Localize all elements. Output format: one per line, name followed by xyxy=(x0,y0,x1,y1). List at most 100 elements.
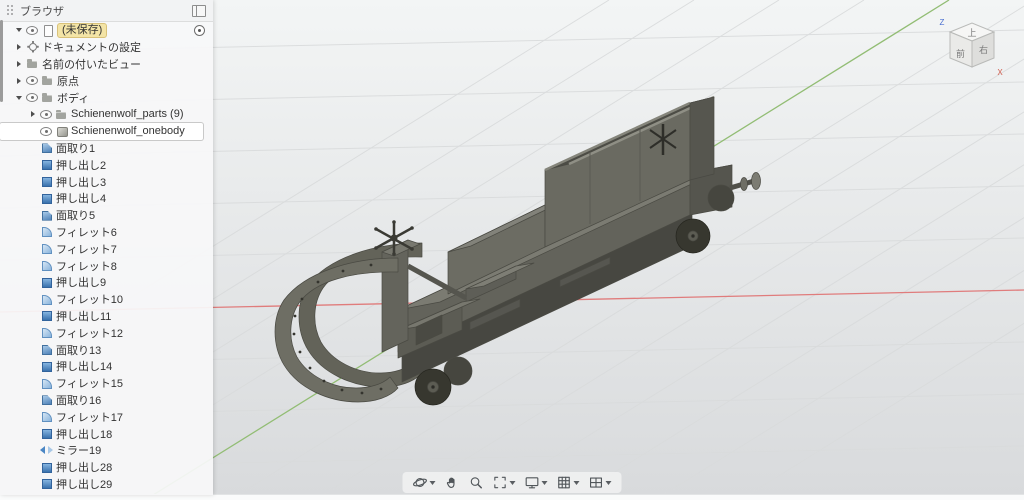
tree-row[interactable]: フィレット8 xyxy=(0,257,213,274)
dropdown-caret xyxy=(509,480,516,485)
tree-row[interactable]: Schienenwolf_onebody xyxy=(0,122,203,140)
item-label: 名前の付いたビュー xyxy=(42,58,141,71)
tree-row[interactable]: 面取り1 xyxy=(0,140,213,157)
fillet-icon xyxy=(40,410,53,423)
disclosure-arrow[interactable] xyxy=(28,224,37,240)
tree-row[interactable]: フィレット15 xyxy=(0,375,213,392)
item-label: ミラー19 xyxy=(56,445,102,458)
tree-row[interactable]: ドキュメントの設定 xyxy=(0,39,213,56)
disclosure-arrow[interactable] xyxy=(28,375,37,391)
browser-tree: (未保存) ドキュメントの設定 名前の付いたビュー 原点 ボディ Schiene… xyxy=(0,22,213,492)
disclosure-arrow[interactable] xyxy=(28,291,37,307)
disclosure-arrow[interactable] xyxy=(14,73,23,89)
visibility-eye-icon[interactable] xyxy=(26,93,38,103)
display-settings-icon xyxy=(525,477,539,489)
visibility-eye-icon[interactable] xyxy=(26,76,38,86)
tree-row[interactable]: 押し出し9 xyxy=(0,274,213,291)
disclosure-arrow[interactable] xyxy=(28,274,37,290)
disclosure-arrow[interactable] xyxy=(28,190,37,206)
disclosure-arrow[interactable] xyxy=(28,358,37,374)
cad-model[interactable] xyxy=(274,95,761,406)
disclosure-arrow[interactable] xyxy=(28,409,37,425)
tree-row[interactable]: 押し出し3 xyxy=(0,173,213,190)
visibility-eye-icon[interactable] xyxy=(40,109,52,119)
tree-row[interactable]: 面取り16 xyxy=(0,392,213,409)
mirror-icon xyxy=(40,444,53,457)
tree-row[interactable]: 押し出し28 xyxy=(0,459,213,476)
disclosure-arrow[interactable] xyxy=(28,325,37,341)
display-settings-button[interactable] xyxy=(525,475,548,490)
tree-row[interactable]: ボディ xyxy=(0,89,213,106)
visibility-eye-icon[interactable] xyxy=(26,25,38,35)
panel-menu-icon[interactable] xyxy=(192,4,206,17)
tree-row[interactable]: フィレット6 xyxy=(0,224,213,241)
tree-row[interactable]: フィレット7 xyxy=(0,240,213,257)
disclosure-arrow[interactable] xyxy=(14,56,23,72)
item-label: 押し出し11 xyxy=(56,310,112,323)
disclosure-arrow[interactable] xyxy=(28,207,37,223)
disclosure-arrow[interactable] xyxy=(14,39,23,55)
tree-row[interactable]: Schienenwolf_parts (9) xyxy=(0,106,213,123)
fusion-app: 上 前 右 Z X ブラウザ (未保存) ドキュメントの設定 名前の付いたビュー… xyxy=(0,0,1024,500)
fit-button[interactable] xyxy=(493,475,516,490)
tree-row[interactable]: フィレット17 xyxy=(0,408,213,425)
browser-scrollbar[interactable] xyxy=(0,20,3,102)
disclosure-arrow[interactable] xyxy=(14,22,23,38)
tree-row[interactable]: 押し出し4 xyxy=(0,190,213,207)
disclosure-arrow[interactable] xyxy=(28,308,37,324)
disclosure-arrow[interactable] xyxy=(28,426,37,442)
viewcube-label-right: 右 xyxy=(979,44,988,55)
tree-row[interactable]: 押し出し2 xyxy=(0,156,213,173)
disclosure-arrow[interactable] xyxy=(28,123,37,139)
disclosure-arrow[interactable] xyxy=(28,392,37,408)
tree-row[interactable]: (未保存) xyxy=(0,22,213,39)
disclosure-arrow[interactable] xyxy=(28,106,37,122)
viewcube[interactable]: 上 前 右 Z X xyxy=(934,8,1010,84)
orbit-button[interactable] xyxy=(413,475,436,490)
tree-row[interactable]: 押し出し29 xyxy=(0,476,213,493)
disclosure-arrow[interactable] xyxy=(28,476,37,492)
grid-snaps-icon xyxy=(558,476,570,489)
chamfer-icon xyxy=(40,141,53,154)
tree-row[interactable]: 面取り13 xyxy=(0,341,213,358)
disclosure-arrow[interactable] xyxy=(14,90,23,106)
disclosure-arrow[interactable] xyxy=(28,258,37,274)
extrude-icon xyxy=(40,477,53,490)
disclosure-arrow[interactable] xyxy=(28,157,37,173)
drag-grip-icon[interactable] xyxy=(7,5,14,16)
activate-radio[interactable] xyxy=(194,24,205,36)
item-label: フィレット12 xyxy=(56,327,124,340)
fillet-icon xyxy=(40,293,53,306)
dropdown-caret xyxy=(541,480,548,485)
disclosure-arrow[interactable] xyxy=(28,241,37,257)
disclosure-arrow[interactable] xyxy=(28,174,37,190)
viewcube-label-front: 前 xyxy=(956,48,965,59)
tree-row[interactable]: フィレット10 xyxy=(0,291,213,308)
item-label: フィレット6 xyxy=(56,226,117,239)
tree-row[interactable]: フィレット12 xyxy=(0,324,213,341)
visibility-eye-icon[interactable] xyxy=(40,126,52,136)
disclosure-arrow[interactable] xyxy=(28,140,37,156)
tree-row[interactable]: 原点 xyxy=(0,72,213,89)
tree-row[interactable]: 面取り5 xyxy=(0,207,213,224)
pan-button[interactable] xyxy=(445,475,460,490)
disclosure-arrow[interactable] xyxy=(28,442,37,458)
item-label: 押し出し9 xyxy=(56,277,107,290)
disclosure-arrow[interactable] xyxy=(28,459,37,475)
orbit-icon xyxy=(413,478,427,487)
item-label: ボディ xyxy=(57,92,90,105)
item-label: フィレット10 xyxy=(56,294,124,307)
zoom-button[interactable] xyxy=(469,475,484,490)
tree-row[interactable]: ミラー19 xyxy=(0,442,213,459)
tree-row[interactable]: 押し出し14 xyxy=(0,358,213,375)
tree-row[interactable]: 名前の付いたビュー xyxy=(0,56,213,73)
tree-row[interactable]: 押し出し11 xyxy=(0,308,213,325)
grid-snaps-button[interactable] xyxy=(557,475,580,490)
viewports-button[interactable] xyxy=(589,475,612,490)
tree-row[interactable]: 押し出し18 xyxy=(0,425,213,442)
nav-toolbar xyxy=(402,472,622,493)
disclosure-arrow[interactable] xyxy=(28,342,37,358)
item-label: Schienenwolf_parts (9) xyxy=(71,108,184,121)
fillet-icon xyxy=(40,242,53,255)
fillet-icon xyxy=(40,225,53,238)
